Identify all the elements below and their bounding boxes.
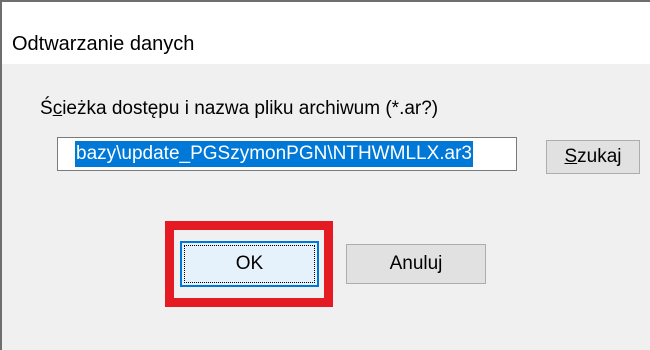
ok-button-focus-rect <box>184 245 315 283</box>
ok-button[interactable]: OK <box>180 241 319 287</box>
archive-path-selected-text[interactable]: bazy\update_PGSzymonPGN\NTHWMLLX.ar3 <box>75 141 473 167</box>
archive-path-label: Ścieżka dostępu i nazwa pliku archiwum (… <box>40 98 438 120</box>
archive-path-input[interactable]: bazy\update_PGSzymonPGN\NTHWMLLX.ar3 <box>57 137 517 171</box>
archive-path-label-mnemonic: c <box>52 98 63 119</box>
title-bar: Odtwarzanie danych <box>2 2 650 64</box>
restore-data-dialog: Odtwarzanie danych Ścieżka dostępu i naz… <box>0 0 650 350</box>
dialog-title: Odtwarzanie danych <box>12 33 195 55</box>
browse-button-mnemonic: S <box>564 146 578 167</box>
page: Odtwarzanie danych Ścieżka dostępu i naz… <box>0 0 650 350</box>
browse-button-label: zukaj <box>577 146 622 167</box>
cancel-button[interactable]: Anuluj <box>346 244 486 284</box>
archive-path-label-suffix: ieżka dostępu i nazwa pliku archiwum (*.… <box>62 98 439 119</box>
cancel-button-label: Anuluj <box>389 253 443 274</box>
browse-button[interactable]: Szukaj <box>546 140 640 174</box>
archive-path-label-prefix: Ś <box>40 98 53 119</box>
